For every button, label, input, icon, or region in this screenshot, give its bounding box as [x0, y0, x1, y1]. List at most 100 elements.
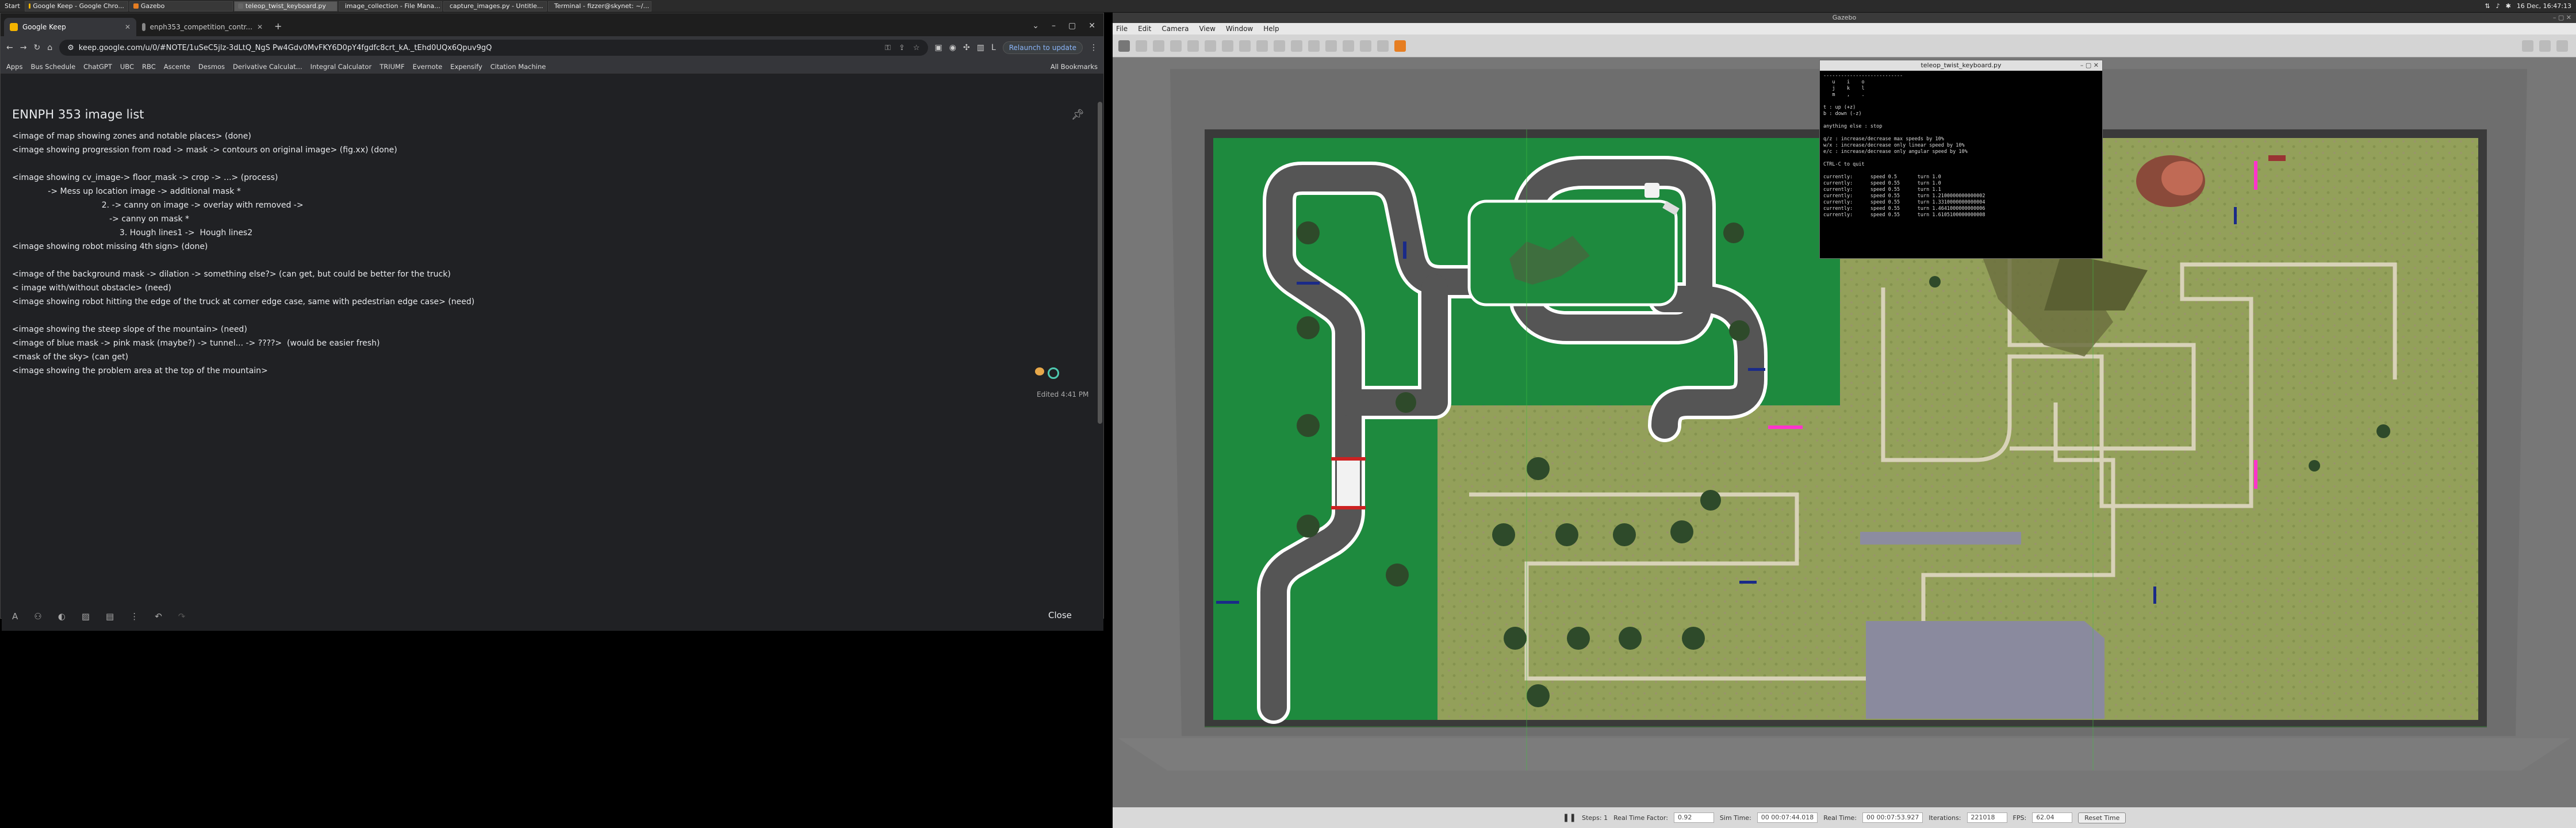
spot-light-icon[interactable] — [1291, 40, 1302, 52]
menu-icon[interactable]: ⋮ — [1090, 43, 1098, 52]
align-icon[interactable] — [1360, 40, 1371, 52]
profile-icon[interactable]: L — [991, 43, 996, 52]
key-icon[interactable]: ⚿ — [885, 44, 891, 52]
all-bookmarks[interactable]: All Bookmarks — [1051, 63, 1098, 71]
palette-icon[interactable]: ◐ — [58, 611, 66, 622]
task-teleop[interactable]: teleop_twist_keyboard.py — [233, 1, 338, 12]
pin-icon[interactable]: 📌︎ — [1071, 109, 1084, 121]
redo-icon[interactable] — [1205, 40, 1216, 52]
format-icon[interactable]: A — [12, 611, 18, 622]
directional-light-icon[interactable] — [1308, 40, 1320, 52]
address-bar[interactable]: ⚙ keep.google.com/u/0/#NOTE/1uSeC5jlz-3d… — [59, 40, 928, 56]
add-collaborator-icon[interactable]: ⚇ — [34, 611, 41, 622]
paste-icon[interactable] — [1343, 40, 1354, 52]
back-icon[interactable]: ← — [6, 43, 13, 52]
box-shape-icon[interactable] — [1222, 40, 1233, 52]
extension-icon[interactable]: ◉ — [949, 43, 956, 52]
close-tab-icon[interactable]: ✕ — [125, 23, 131, 31]
close-window-icon[interactable]: ✕ — [1088, 21, 1095, 30]
gazebo-menu-item[interactable]: Help — [1263, 25, 1279, 33]
pause-icon[interactable]: ❚❚ — [1563, 813, 1576, 822]
bluetooth-icon[interactable]: ✱ — [2506, 2, 2511, 10]
scrollbar[interactable] — [1098, 102, 1102, 424]
gazebo-menu-item[interactable]: Window — [1226, 25, 1253, 33]
task-editor[interactable]: capture_images.py - Untitle... — [443, 1, 547, 12]
bookmark-item[interactable]: Bus Schedule — [30, 63, 75, 71]
bookmark-item[interactable]: Integral Calculator — [310, 63, 372, 71]
record-icon[interactable] — [2556, 40, 2568, 52]
fps-value: 62.04 — [2032, 812, 2073, 823]
teleop-terminal[interactable]: teleop_twist_keyboard.py – ▢ ✕ ---------… — [1819, 60, 2103, 259]
bookmark-item[interactable]: Evernote — [413, 63, 443, 71]
puzzle-icon[interactable]: ✣ — [963, 43, 970, 52]
forward-icon[interactable]: → — [20, 43, 27, 52]
reload-icon[interactable]: ↻ — [33, 43, 40, 52]
bookmark-item[interactable]: Desmos — [198, 63, 225, 71]
orange-tool-icon[interactable] — [1394, 40, 1406, 52]
gazebo-menu-item[interactable]: File — [1116, 25, 1128, 33]
scale-tool-icon[interactable] — [1170, 40, 1182, 52]
new-tab-icon[interactable]: + — [269, 21, 288, 36]
volume-icon[interactable]: ♪ — [2496, 2, 2500, 10]
minimize-icon[interactable]: – — [1052, 21, 1056, 30]
close-button[interactable]: Close — [1048, 610, 1072, 620]
cylinder-shape-icon[interactable] — [1256, 40, 1268, 52]
translate-tool-icon[interactable] — [1136, 40, 1147, 52]
clue-sign — [1403, 241, 1406, 259]
point-light-icon[interactable] — [1274, 40, 1285, 52]
note-title[interactable]: ENNPH 353 image list — [12, 108, 144, 121]
close-tab-icon[interactable]: ✕ — [257, 23, 263, 31]
avatar[interactable] — [1048, 367, 1059, 379]
task-keep[interactable]: Google Keep - Google Chro... — [24, 1, 128, 12]
gazebo-menu-item[interactable]: Camera — [1162, 25, 1189, 33]
bookmark-item[interactable]: Expensify — [450, 63, 482, 71]
extension-icon[interactable]: ▣ — [935, 43, 942, 52]
chrome-icon — [28, 3, 31, 9]
task-terminal[interactable]: Terminal - fizzer@skynet: ~/... — [547, 1, 651, 12]
tab-google-keep[interactable]: Google Keep ✕ — [4, 18, 136, 36]
screenshot-icon[interactable] — [2522, 40, 2533, 52]
copy-icon[interactable] — [1325, 40, 1337, 52]
image-icon[interactable]: ▨ — [82, 611, 90, 622]
maximize-icon[interactable]: ▢ — [1068, 21, 1076, 30]
gazebo-menu-item[interactable]: Edit — [1138, 25, 1151, 33]
rotate-tool-icon[interactable] — [1153, 40, 1164, 52]
clock[interactable]: 16 Dec, 16:47:13 — [2517, 2, 2571, 10]
bookmark-item[interactable]: Ascente — [164, 63, 190, 71]
start-button[interactable]: Start — [0, 0, 25, 13]
archive-icon[interactable]: ▤ — [106, 611, 114, 622]
note-body[interactable]: <image of map showing zones and notable … — [12, 129, 932, 378]
bookmark-item[interactable]: Derivative Calculat... — [233, 63, 302, 71]
log-icon[interactable] — [2539, 40, 2551, 52]
bookmark-item[interactable]: ChatGPT — [83, 63, 112, 71]
bookmark-star-icon[interactable]: ☆ — [913, 44, 920, 52]
undo-icon[interactable] — [1187, 40, 1199, 52]
undo-icon[interactable]: ↶ — [155, 611, 162, 622]
bookmark-item[interactable]: Apps — [6, 63, 22, 71]
share-icon[interactable]: ⇪ — [899, 44, 905, 52]
bookmark-item[interactable]: TRIUMF — [379, 63, 404, 71]
task-file-manager[interactable]: image_collection - File Mana... — [338, 1, 442, 12]
terminal-line: m , . — [1823, 92, 1865, 98]
tab-competition[interactable]: enph353_competition_contr... ✕ — [136, 18, 269, 36]
site-info-icon[interactable]: ⚙ — [67, 44, 74, 52]
gazebo-menu-item[interactable]: View — [1199, 25, 1215, 33]
relaunch-button[interactable]: Relaunch to update — [1002, 41, 1083, 54]
network-icon[interactable]: ⇅ — [2485, 2, 2490, 10]
snap-icon[interactable] — [1377, 40, 1389, 52]
bookmark-item[interactable]: Citation Machine — [490, 63, 546, 71]
sphere-shape-icon[interactable] — [1239, 40, 1251, 52]
select-tool-icon[interactable] — [1118, 40, 1130, 52]
side-panel-icon[interactable]: ▥ — [977, 43, 984, 52]
tab-search-icon[interactable]: ⌄ — [1032, 21, 1039, 30]
reset-time-button[interactable]: Reset Time — [2078, 812, 2126, 823]
window-controls[interactable]: – ▢ ✕ — [2080, 60, 2099, 71]
home-icon[interactable]: ⌂ — [47, 43, 52, 52]
bookmark-item[interactable]: UBC — [120, 63, 134, 71]
window-controls[interactable]: – ▢ ✕ — [2553, 13, 2571, 23]
more-icon[interactable]: ⋮ — [130, 611, 139, 622]
bookmark-item[interactable]: RBC — [142, 63, 156, 71]
redo-icon[interactable]: ↷ — [178, 611, 186, 622]
task-label: Google Keep - Google Chro... — [33, 2, 124, 10]
task-gazebo[interactable]: Gazebo — [129, 1, 233, 12]
